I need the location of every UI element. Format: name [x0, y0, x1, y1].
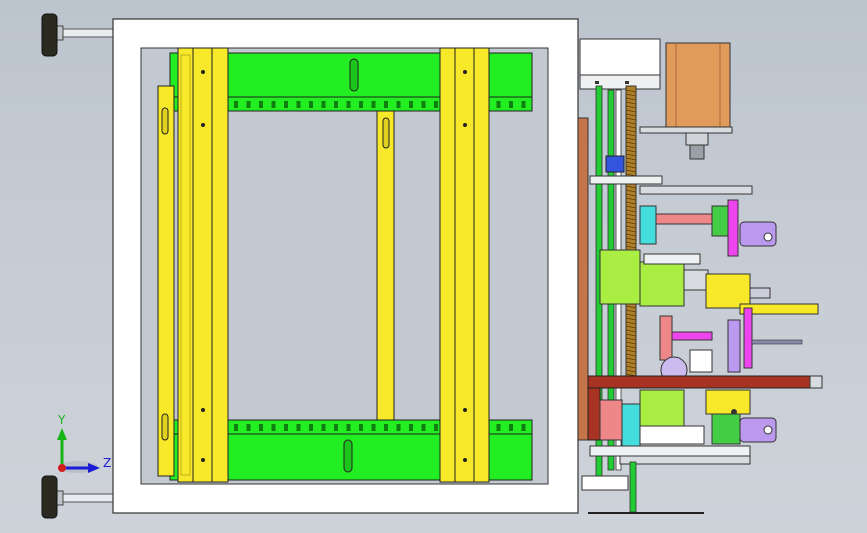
- leveling-foot-bottom: [41, 475, 115, 519]
- assembly-model[interactable]: [0, 0, 867, 533]
- yellow-bar-3: [211, 47, 229, 483]
- yellow-bar-5: [454, 47, 475, 483]
- yellow-bar-1: [177, 47, 194, 483]
- cad-3d-viewport[interactable]: Y Z: [0, 0, 867, 533]
- yellow-side-plate-left: [157, 85, 175, 477]
- stepper-motor: [665, 42, 731, 160]
- leveling-foot-top: [41, 13, 115, 57]
- yellow-bar-4: [439, 47, 456, 483]
- yellow-bar-6: [473, 47, 490, 483]
- x-axis-dot: [58, 464, 66, 472]
- coordinate-triad[interactable]: [57, 428, 100, 473]
- y-axis-label: Y: [58, 413, 66, 427]
- right-mechanism: [577, 38, 823, 514]
- yellow-bar-center: [376, 110, 395, 421]
- yellow-bar-2: [192, 47, 213, 483]
- z-axis-label: Z: [103, 456, 112, 470]
